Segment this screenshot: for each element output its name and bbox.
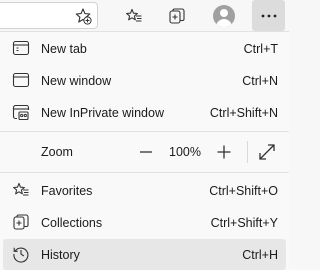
window-icon [12,71,30,89]
menu-item-label: New InPrivate window [41,105,164,120]
collections-icon [169,7,185,24]
ellipsis-icon [261,14,276,17]
menu-item-shortcut: Ctrl+N [242,73,278,88]
settings-and-more-button[interactable] [252,0,285,31]
favorites-icon [12,181,30,199]
zoom-level: 100% [169,145,201,159]
menu-item-label: Favorites [41,183,93,198]
zoom-in-button[interactable] [214,142,234,162]
menu-item-shortcut: Ctrl+Shift+O [209,183,278,198]
menu-divider [0,172,289,173]
plus-icon [217,145,231,159]
collections-button[interactable] [164,0,190,31]
menu-item-shortcut: Ctrl+T [243,41,278,56]
browser-toolbar [0,0,289,31]
inprivate-icon [12,103,30,121]
favorites-icon [126,8,142,22]
zoom-label: Zoom [41,145,73,159]
menu-item-label: New tab [41,41,87,56]
settings-menu: New tab Ctrl+T New window Ctrl+N New InP… [0,31,289,270]
menu-item-shortcut: Ctrl+Shift+N [209,105,278,120]
menu-item-new-inprivate-window[interactable]: New InPrivate window Ctrl+Shift+N [3,97,286,128]
menu-divider [0,131,289,132]
zoom-out-button[interactable] [136,142,156,162]
menu-item-label: History [41,247,80,262]
new-tab-icon [12,39,30,57]
menu-item-history[interactable]: History Ctrl+H [3,239,286,270]
history-icon [12,245,30,263]
zoom-divider [247,141,248,163]
menu-item-label: New window [41,73,112,88]
menu-item-new-window[interactable]: New window Ctrl+N [3,65,286,96]
menu-item-shortcut: Ctrl+Shift+Y [210,215,278,230]
menu-item-collections[interactable]: Collections Ctrl+Shift+Y [3,207,286,238]
collections-icon [12,213,30,231]
add-favorite-button[interactable] [70,0,96,31]
menu-item-new-tab[interactable]: New tab Ctrl+T [3,33,286,64]
avatar-icon [212,4,235,27]
star-plus-icon [75,7,92,25]
fullscreen-button[interactable] [257,142,277,162]
minus-icon [140,151,152,153]
menu-item-shortcut: Ctrl+H [242,247,278,262]
zoom-row: Zoom 100% [3,136,286,168]
menu-item-label: Collections [41,215,103,230]
menu-item-favorites[interactable]: Favorites Ctrl+Shift+O [3,175,286,206]
fullscreen-icon [259,144,275,160]
profile-button[interactable] [208,0,239,31]
favorites-button[interactable] [121,0,147,31]
